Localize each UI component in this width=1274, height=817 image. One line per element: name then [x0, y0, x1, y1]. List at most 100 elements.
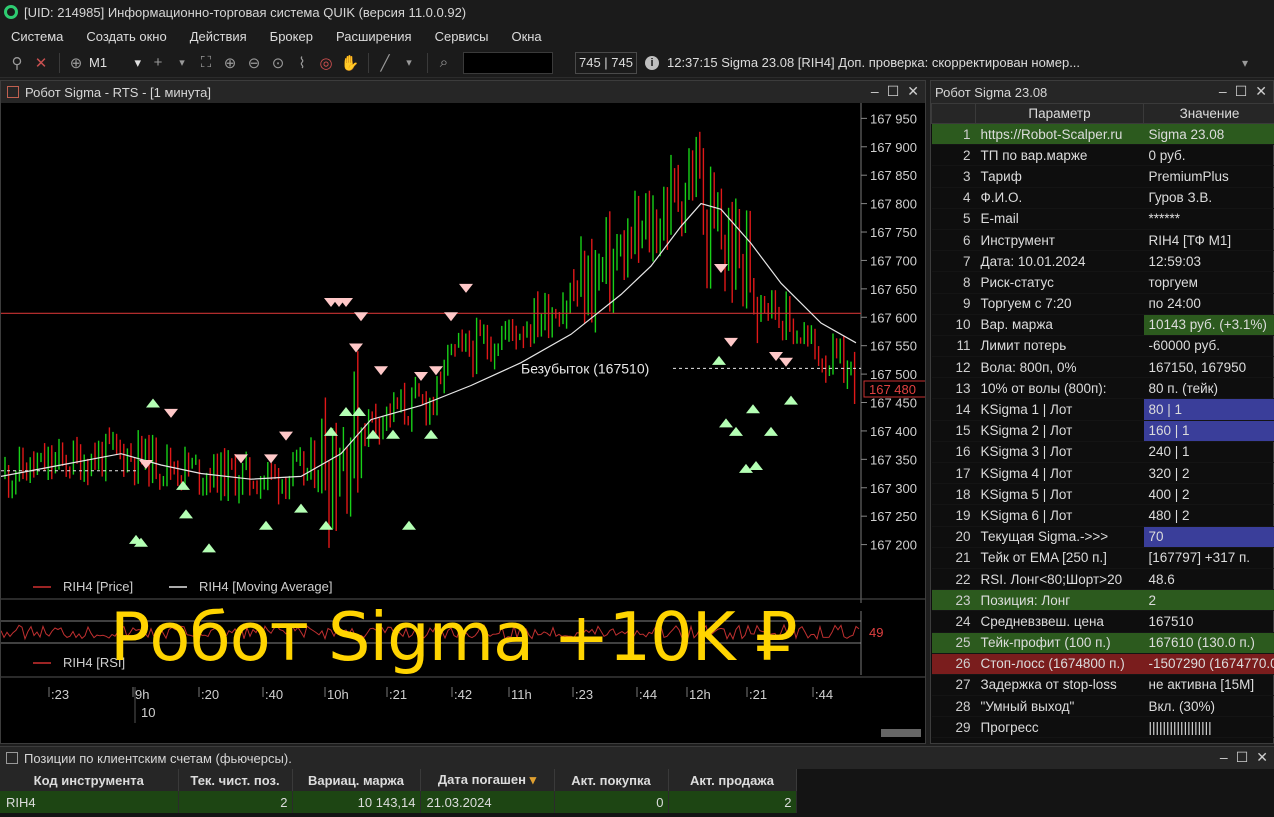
param-row[interactable]: 17 KSigma 4 | Лот 320 | 2	[931, 462, 1274, 485]
y-tick-label: 167 500	[870, 367, 917, 382]
y-tick-label: 167 550	[870, 339, 917, 354]
maximize-icon[interactable]: ☐	[1236, 749, 1249, 766]
col-expiry[interactable]: Дата погашен ▾	[420, 769, 555, 791]
param-index: 21	[931, 547, 976, 569]
param-value: 10143 руб. (+3.1%)	[1143, 314, 1274, 336]
target-icon[interactable]: ◎	[315, 52, 337, 74]
menu-bar: Система Создать окно Действия Брокер Рас…	[0, 24, 1274, 48]
param-row[interactable]: 19 KSigma 6 | Лот 480 | 2	[931, 504, 1274, 527]
hand-icon[interactable]: ✋	[339, 52, 361, 74]
param-row[interactable]: 14 KSigma 1 | Лот 80 | 1	[931, 398, 1274, 421]
chevron-down-icon[interactable]: ▾	[1234, 52, 1256, 74]
param-name: "Умный выход"	[975, 695, 1144, 718]
param-row[interactable]: 29 Прогресс ||||||||||||||||||	[931, 716, 1274, 739]
cell-instrument: RIH4	[0, 791, 179, 813]
minimize-icon[interactable]: –	[1219, 83, 1227, 100]
param-value: 400 | 2	[1143, 483, 1274, 506]
timeframe-select[interactable]: M1 ▾	[89, 55, 141, 71]
cell-active-buy: 0	[554, 791, 669, 813]
y-tick-label: 167 350	[870, 452, 917, 467]
param-row[interactable]: 10 Вар. маржа 10143 руб. (+3.1%)	[931, 314, 1274, 336]
param-row[interactable]: 5 E-mail ******	[931, 208, 1274, 230]
menu-system[interactable]: Система	[0, 29, 75, 44]
crosshair-icon[interactable]: +	[147, 52, 169, 74]
connect-icon[interactable]: ⚲	[6, 52, 28, 74]
x-tick-label: :44	[639, 687, 657, 702]
toolbar-divider	[368, 52, 369, 73]
param-row[interactable]: 1 https://Robot-Scalper.ru Sigma 23.08	[931, 123, 1274, 146]
y-tick-label: 167 250	[870, 509, 917, 524]
search-icon[interactable]: ⌕	[433, 52, 455, 74]
zoom-in-icon[interactable]: ⊕	[219, 52, 241, 74]
param-row[interactable]: 26 Стоп-лосс (1674800 п.) -1507290 (167477…	[931, 653, 1274, 675]
param-name: 10% от волы (800п):	[975, 377, 1144, 400]
minimize-icon[interactable]: –	[871, 83, 879, 100]
positions-panel: Позиции по клиентским счетам (фьючерсы).…	[0, 746, 1274, 817]
param-row[interactable]: 24 Средневзвеш. цена 167510	[931, 610, 1274, 633]
zoom-out-icon[interactable]: ⊖	[243, 52, 265, 74]
param-row[interactable]: 27 Задержка от stop-loss не активна [15M]	[931, 674, 1274, 697]
minimize-icon[interactable]: –	[1220, 749, 1228, 766]
param-row[interactable]: 6 Инструмент RIH4 [ТФ М1]	[931, 229, 1274, 252]
maximize-icon[interactable]: ☐	[887, 83, 900, 100]
param-row[interactable]: 22 RSI. Лонг<80;Шорт>20 48.6	[931, 568, 1274, 591]
menu-create-window[interactable]: Создать окно	[75, 29, 178, 44]
cell-net-position: 2	[178, 791, 293, 813]
zoom-reset-icon[interactable]: ⊙	[267, 52, 289, 74]
param-row[interactable]: 25 Тейк-профит (100 п.) 167610 (130.0 п.)	[931, 632, 1274, 654]
menu-broker[interactable]: Брокер	[259, 29, 325, 44]
col-net-position[interactable]: Тек. чист. поз.	[178, 769, 293, 791]
menu-extensions[interactable]: Расширения	[325, 29, 424, 44]
param-row[interactable]: 8 Риск-статус торгуем	[931, 271, 1274, 294]
menu-services[interactable]: Сервисы	[424, 29, 501, 44]
col-active-buy[interactable]: Акт. покупка	[554, 769, 669, 791]
chevron-down-icon[interactable]: ▾	[398, 52, 420, 74]
param-row[interactable]: 11 Лимит потерь -60000 руб.	[931, 335, 1274, 358]
param-row[interactable]: 9 Торгуем с 7:20 по 24:00	[931, 293, 1274, 315]
menu-windows[interactable]: Окна	[500, 29, 553, 44]
maximize-icon[interactable]: ☐	[1235, 83, 1248, 100]
menu-actions[interactable]: Действия	[179, 29, 259, 44]
fit-icon[interactable]: ⛶	[195, 52, 217, 74]
col-active-sell[interactable]: Акт. продажа	[668, 769, 797, 791]
search-input[interactable]	[463, 51, 553, 74]
close-icon[interactable]: ✕	[907, 83, 919, 100]
param-row[interactable]: 28 "Умный выход" Вкл. (30%)	[931, 695, 1274, 718]
param-index: 15	[931, 420, 976, 442]
col-param[interactable]: Параметр	[975, 103, 1144, 124]
table-row[interactable]: RIH4 2 10 143,14 21.03.2024 0 2	[0, 791, 797, 813]
param-name: RSI. Лонг<80;Шорт>20	[975, 568, 1144, 591]
param-row[interactable]: 16 KSigma 3 | Лот 240 | 1	[931, 441, 1274, 464]
param-index: 24	[931, 610, 976, 633]
param-value: -60000 руб.	[1143, 335, 1274, 358]
param-row[interactable]: 3 Тариф PremiumPlus	[931, 165, 1274, 188]
disconnect-icon[interactable]: ✕	[30, 52, 52, 74]
param-row[interactable]: 20 Текущая Sigma.->>> 70	[931, 526, 1274, 548]
param-row[interactable]: 15 KSigma 2 | Лот 160 | 1	[931, 420, 1274, 442]
chevron-down-icon[interactable]: ▾	[171, 52, 193, 74]
close-icon[interactable]: ✕	[1256, 749, 1268, 766]
col-instrument[interactable]: Код инструмента	[0, 769, 179, 791]
legend-ma: RIH4 [Moving Average]	[199, 579, 332, 594]
param-row[interactable]: 23 Позиция: Лонг 2	[931, 589, 1274, 612]
param-row[interactable]: 13 10% от волы (800п): 80 п. (тейк)	[931, 377, 1274, 400]
param-row[interactable]: 12 Вола: 800п, 0% 167150, 167950	[931, 356, 1274, 379]
close-icon[interactable]: ✕	[1255, 83, 1267, 100]
title-bar: [UID: 214985] Информационно-торговая сис…	[0, 0, 1274, 24]
param-value: 80 | 1	[1143, 398, 1274, 421]
param-row[interactable]: 18 KSigma 5 | Лот 400 | 2	[931, 483, 1274, 506]
message-counter: 745 | 745	[575, 51, 637, 74]
col-value[interactable]: Значение	[1143, 103, 1274, 124]
param-row[interactable]: 2 ТП по вар.марже 0 руб.	[931, 144, 1274, 167]
param-row[interactable]: 4 Ф.И.О. Гуров З.В.	[931, 187, 1274, 209]
ruler-icon[interactable]: ⌇	[291, 52, 313, 74]
y-tick-label: 167 200	[870, 538, 917, 553]
param-row[interactable]: 21 Тейк от EMA [250 п.] [167797] +317 п.	[931, 547, 1274, 569]
param-index: 11	[931, 335, 976, 358]
add-chart-icon[interactable]: ⊕	[65, 52, 87, 74]
chart-window-title: Робот Sigma - RTS - [1 минута]	[25, 84, 211, 100]
horizontal-scrollbar[interactable]	[881, 729, 921, 737]
line-tool-icon[interactable]: ╱	[374, 52, 396, 74]
col-var-margin[interactable]: Вариац. маржа	[292, 769, 421, 791]
param-row[interactable]: 7 Дата: 10.01.2024 12:59:03	[931, 250, 1274, 273]
